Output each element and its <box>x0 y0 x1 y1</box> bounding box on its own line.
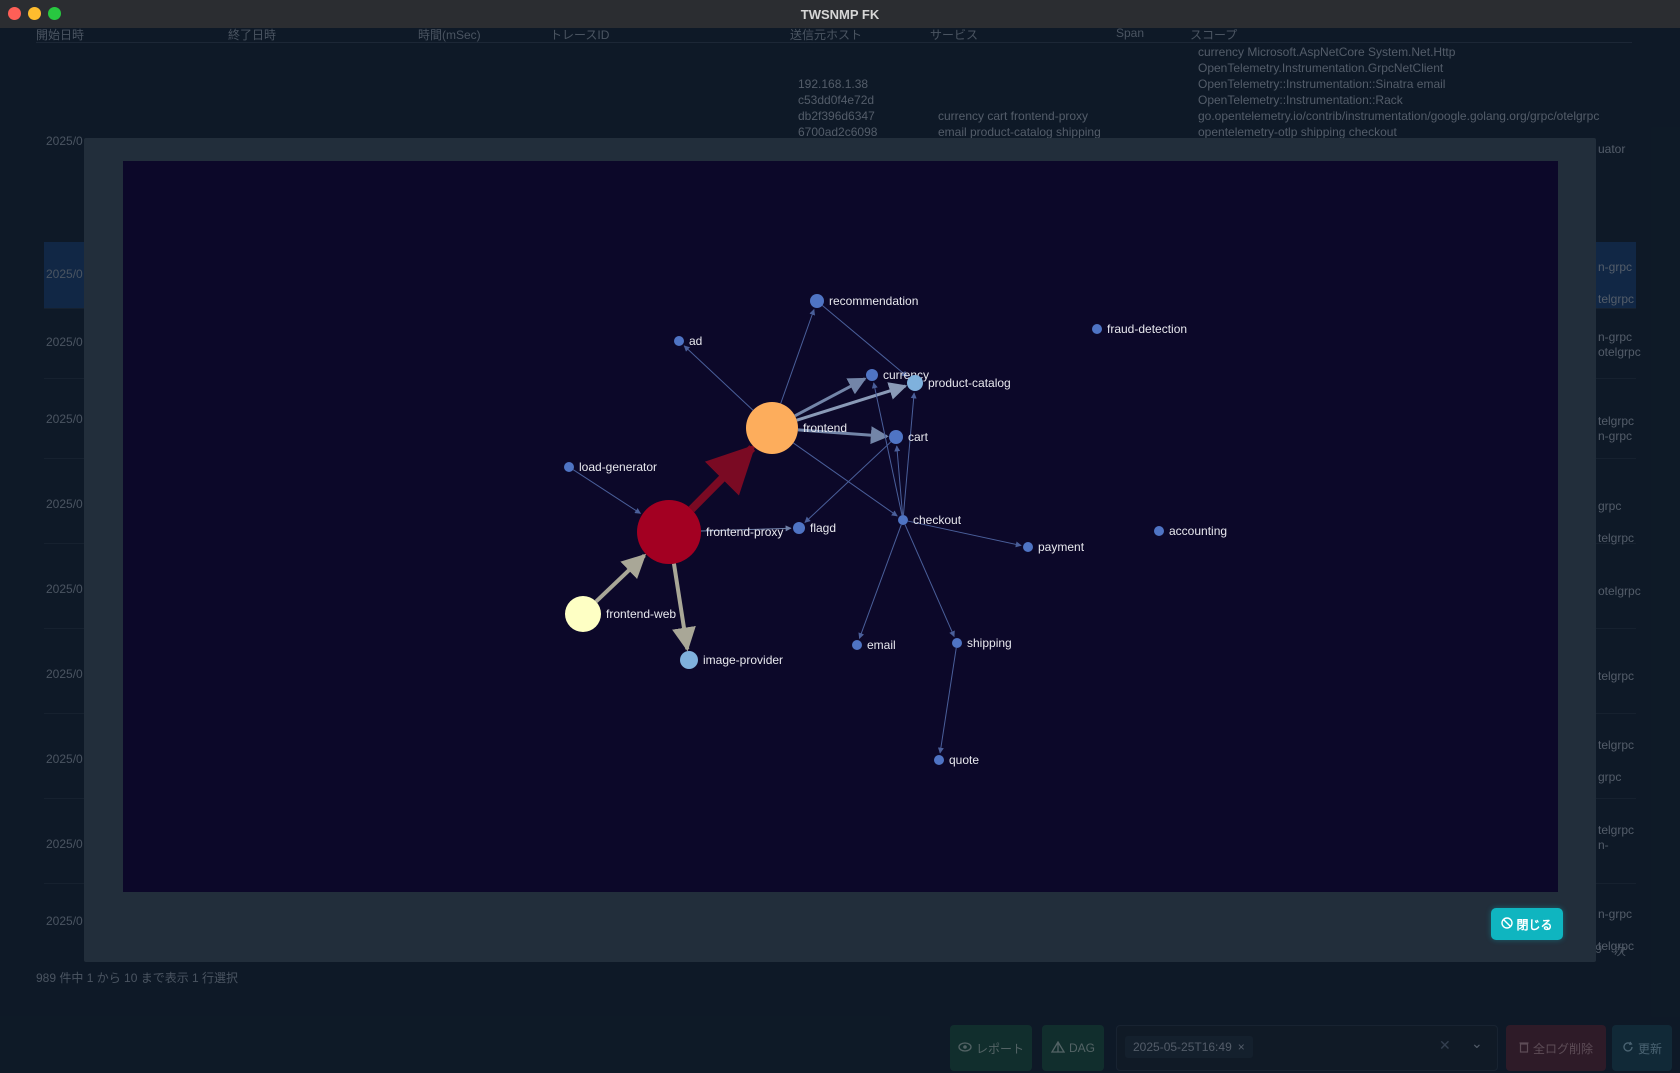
node-label-email: email <box>867 638 896 652</box>
edge-load-generator-to-frontend-proxy <box>572 469 641 514</box>
window-close-button[interactable] <box>8 7 21 20</box>
window-title: TWSNMP FK <box>800 6 880 22</box>
node-checkout[interactable]: checkout <box>898 513 962 527</box>
node-circle-shipping[interactable] <box>952 638 962 648</box>
edge-frontend-to-checkout <box>792 442 898 517</box>
node-label-payment: payment <box>1038 540 1085 554</box>
node-circle-frontend[interactable] <box>746 402 798 454</box>
node-fraud-detection[interactable]: fraud-detection <box>1092 322 1187 336</box>
node-label-accounting: accounting <box>1169 524 1227 538</box>
dag-modal: recommendation ad fraud-detection currency p… <box>84 138 1596 962</box>
node-shipping[interactable]: shipping <box>952 636 1012 650</box>
node-circle-frontend-web[interactable] <box>565 596 601 632</box>
close-button-label: 閉じる <box>1516 917 1553 932</box>
node-circle-recommendation[interactable] <box>810 294 824 308</box>
node-accounting[interactable]: accounting <box>1154 524 1227 538</box>
edge-cart-to-flagd <box>804 441 892 523</box>
edge-frontend-to-product-catalog <box>796 382 908 422</box>
service-graph-canvas[interactable]: recommendation ad fraud-detection currency p… <box>123 161 1558 892</box>
close-button[interactable]: 閉じる <box>1491 908 1563 940</box>
window-minimize-button[interactable] <box>28 7 41 20</box>
node-circle-load-generator[interactable] <box>564 462 574 472</box>
edge-checkout-to-shipping <box>904 524 955 638</box>
node-circle-currency[interactable] <box>866 369 878 381</box>
edge-checkout-to-currency <box>871 382 903 516</box>
node-load-generator[interactable]: load-generator <box>564 460 657 474</box>
node-payment[interactable]: payment <box>1023 540 1085 554</box>
node-circle-frontend-proxy[interactable] <box>637 500 701 564</box>
edge-checkout-to-email <box>858 524 902 639</box>
node-circle-product-catalog[interactable] <box>907 375 923 391</box>
edge-frontend-proxy-to-frontend <box>688 444 756 513</box>
node-circle-email[interactable] <box>852 640 862 650</box>
node-ad[interactable]: ad <box>674 334 702 348</box>
node-image-provider[interactable]: image-provider <box>680 651 783 669</box>
window-maximize-button[interactable] <box>48 7 61 20</box>
node-label-frontend: frontend <box>803 421 847 435</box>
node-label-fraud-detection: fraud-detection <box>1107 322 1187 336</box>
edge-checkout-to-product-catalog <box>902 392 917 516</box>
node-label-checkout: checkout <box>913 513 962 527</box>
edge-shipping-to-quote <box>937 647 957 754</box>
node-label-cart: cart <box>908 430 929 444</box>
node-label-recommendation: recommendation <box>829 294 918 308</box>
node-circle-checkout[interactable] <box>898 515 908 525</box>
node-circle-quote[interactable] <box>934 755 944 765</box>
edge-frontend-to-recommendation <box>780 308 816 404</box>
ban-icon <box>1501 916 1514 932</box>
node-circle-fraud-detection[interactable] <box>1092 324 1102 334</box>
node-label-product-catalog: product-catalog <box>928 376 1011 390</box>
node-circle-cart[interactable] <box>889 430 903 444</box>
node-label-image-provider: image-provider <box>703 653 783 667</box>
node-quote[interactable]: quote <box>934 753 979 767</box>
edge-frontend-to-ad <box>683 345 754 411</box>
node-circle-payment[interactable] <box>1023 542 1033 552</box>
edge-frontend-web-to-frontend-proxy <box>594 553 647 604</box>
node-circle-ad[interactable] <box>674 336 684 346</box>
node-circle-accounting[interactable] <box>1154 526 1164 536</box>
edge-recommendation-to-product-catalog <box>822 305 908 377</box>
node-email[interactable]: email <box>852 638 896 652</box>
node-frontend-web[interactable]: frontend-web <box>565 596 676 632</box>
node-recommendation[interactable]: recommendation <box>810 294 918 308</box>
node-flagd[interactable]: flagd <box>793 521 836 535</box>
node-label-flagd: flagd <box>810 521 836 535</box>
node-label-ad: ad <box>689 334 702 348</box>
node-label-frontend-proxy: frontend-proxy <box>706 525 783 539</box>
node-circle-flagd[interactable] <box>793 522 805 534</box>
node-label-load-generator: load-generator <box>579 460 657 474</box>
node-label-shipping: shipping <box>967 636 1012 650</box>
node-label-frontend-web: frontend-web <box>606 607 676 621</box>
service-graph[interactable]: recommendationadfraud-detectioncurrencyp… <box>123 161 1558 892</box>
node-frontend-proxy[interactable]: frontend-proxy <box>637 500 783 564</box>
node-cart[interactable]: cart <box>889 430 929 444</box>
node-circle-image-provider[interactable] <box>680 651 698 669</box>
window-titlebar: TWSNMP FK <box>0 0 1680 29</box>
node-label-quote: quote <box>949 753 979 767</box>
